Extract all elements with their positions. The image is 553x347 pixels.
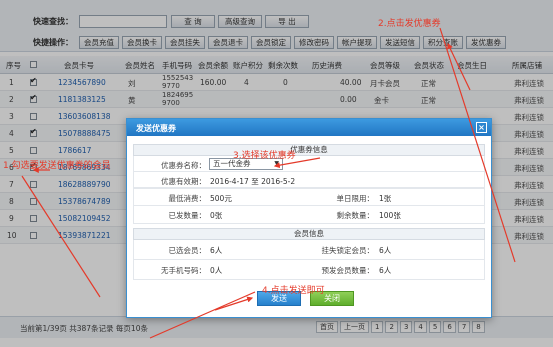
- annotation-step4: 4.点击发送即可: [262, 286, 325, 296]
- annotation-step2: 2.点击发优惠券: [378, 19, 441, 29]
- dialog-header: 发送优惠券 ×: [127, 119, 491, 136]
- selected-members-label: 已选会员：: [168, 246, 207, 255]
- nophone-row: 无手机号码： 0人 预发会员数量： 6人: [133, 260, 485, 280]
- issued-row: 已发数量： 0张 剩余数量： 100张: [133, 206, 485, 224]
- no-phone-value: 0人: [210, 266, 223, 275]
- issued-label: 已发数量：: [168, 211, 207, 220]
- daily-limit-value: 1张: [379, 194, 392, 203]
- dialog-title: 发送优惠券: [136, 124, 176, 133]
- validity-row: 优惠有效期： 2016-4-17 至 2016-5-2: [133, 172, 485, 188]
- validity-value: 2016-4-17 至 2016-5-2: [210, 177, 296, 186]
- selected-members-value: 6人: [210, 246, 223, 255]
- no-phone-label: 无手机号码：: [161, 266, 206, 275]
- selected-row: 已选会员： 6人 挂失锁定会员： 6人: [133, 240, 485, 260]
- locked-members-label: 挂失锁定会员：: [321, 246, 375, 255]
- expected-members-label: 预发会员数量：: [321, 266, 375, 275]
- min-spend-row: 最低消费： 500元 单日限用： 1张: [133, 188, 485, 206]
- locked-members-value: 6人: [379, 246, 392, 255]
- coupon-name-row: 优惠券名称： 五一代金券 ▼: [133, 156, 485, 172]
- close-icon[interactable]: ×: [476, 122, 487, 133]
- remaining-value: 100张: [379, 211, 401, 220]
- member-info-heading: 会员信息: [133, 228, 485, 240]
- issued-value: 0张: [210, 211, 223, 220]
- daily-limit-label: 单日限用：: [336, 194, 375, 203]
- coupon-info-heading: 优惠券信息: [133, 144, 485, 156]
- min-spend-label: 最低消费：: [168, 194, 207, 203]
- coupon-name-label: 优惠券名称：: [161, 161, 206, 170]
- min-spend-value: 500元: [210, 194, 232, 203]
- remaining-label: 剩余数量：: [336, 211, 375, 220]
- validity-label: 优惠有效期：: [161, 177, 206, 186]
- annotation-step3: 3.选择该优惠券: [233, 151, 296, 161]
- expected-members-value: 6人: [379, 266, 392, 275]
- annotation-step1: 1.勾选要发送优惠券的会员: [3, 161, 111, 171]
